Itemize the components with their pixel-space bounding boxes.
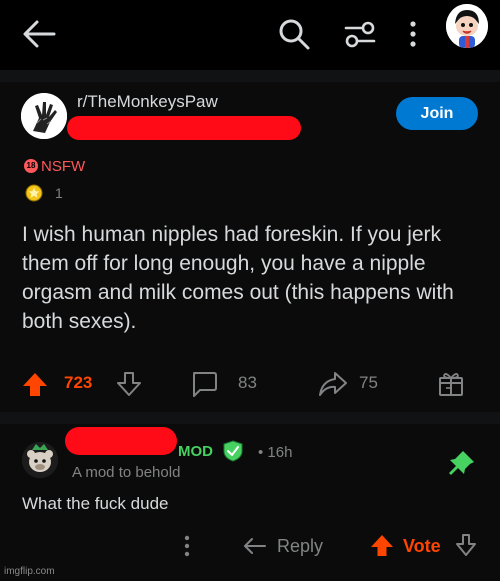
award-count: 1 (55, 185, 63, 201)
post-score: 723 (64, 373, 93, 392)
section-divider (0, 412, 500, 424)
comment-bubble-icon[interactable] (190, 370, 218, 398)
mod-shield-icon (223, 440, 243, 462)
comment-card: MOD • 16h A mod to behold What the fuck … (0, 424, 500, 581)
monkey-paw-icon (21, 93, 67, 139)
comment-time: • 16h (258, 444, 293, 461)
post-card: r/TheMonkeysPaw Join 18 NSFW 1 I wish hu… (0, 82, 500, 412)
back-arrow-icon[interactable] (22, 19, 56, 49)
post-title[interactable]: I wish human nipples had foreskin. If yo… (22, 220, 484, 336)
filter-icon[interactable] (344, 19, 376, 49)
top-bar (0, 0, 500, 70)
share-count: 75 (359, 373, 378, 392)
share-icon[interactable] (318, 370, 348, 398)
reply-icon[interactable] (243, 536, 267, 556)
nsfw-18-icon: 18 (24, 159, 38, 173)
comment-actions: Reply Vote (0, 530, 500, 560)
more-vertical-icon[interactable] (405, 19, 421, 49)
pin-icon (449, 451, 474, 475)
subreddit-name[interactable]: r/TheMonkeysPaw (77, 92, 218, 112)
downvote-icon[interactable] (455, 533, 477, 557)
mod-tag: MOD (178, 443, 213, 460)
downvote-icon[interactable] (116, 371, 142, 397)
watermark: imgflip.com (4, 566, 55, 577)
commenter-avatar[interactable] (22, 442, 58, 478)
nsfw-label: NSFW (41, 157, 86, 175)
reply-button[interactable]: Reply (277, 536, 323, 557)
post-actions: 723 83 75 (0, 368, 500, 398)
search-icon[interactable] (277, 17, 311, 51)
vote-label: Vote (403, 536, 441, 556)
join-button[interactable]: Join (396, 97, 478, 130)
section-divider (0, 70, 500, 82)
nsfw-tag: 18 NSFW (24, 157, 85, 175)
subreddit-icon[interactable] (21, 93, 67, 139)
commenter-username-redaction (65, 427, 177, 455)
award-icon (25, 184, 43, 202)
snoo-avatar-icon (446, 4, 488, 48)
username-redaction (67, 116, 301, 140)
upvote-icon[interactable] (22, 371, 48, 397)
comment-count: 83 (238, 373, 257, 392)
upvote-icon[interactable] (370, 533, 394, 557)
award-row[interactable]: 1 (25, 184, 63, 202)
gift-award-icon[interactable] (438, 369, 464, 397)
more-vertical-icon[interactable] (180, 534, 194, 558)
avatar[interactable] (446, 4, 488, 48)
comment-body: What the fuck dude (22, 494, 169, 513)
monkey-mod-avatar-icon (22, 442, 58, 478)
user-flair: A mod to behold (72, 464, 181, 481)
